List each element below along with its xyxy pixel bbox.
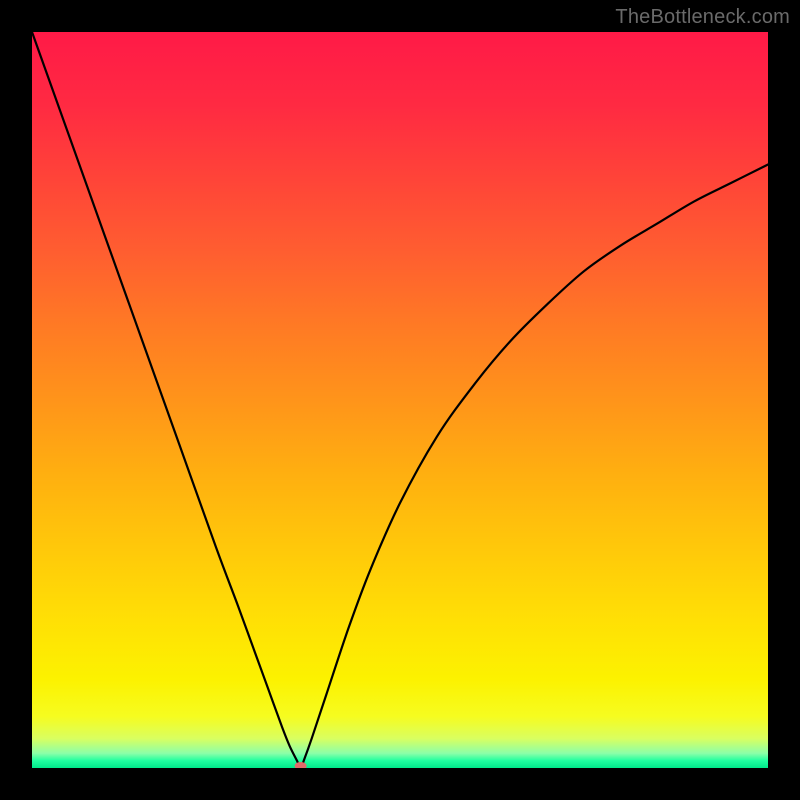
watermark-text: TheBottleneck.com bbox=[615, 6, 790, 29]
plot-area bbox=[32, 32, 768, 768]
chart-frame: TheBottleneck.com bbox=[0, 0, 800, 800]
